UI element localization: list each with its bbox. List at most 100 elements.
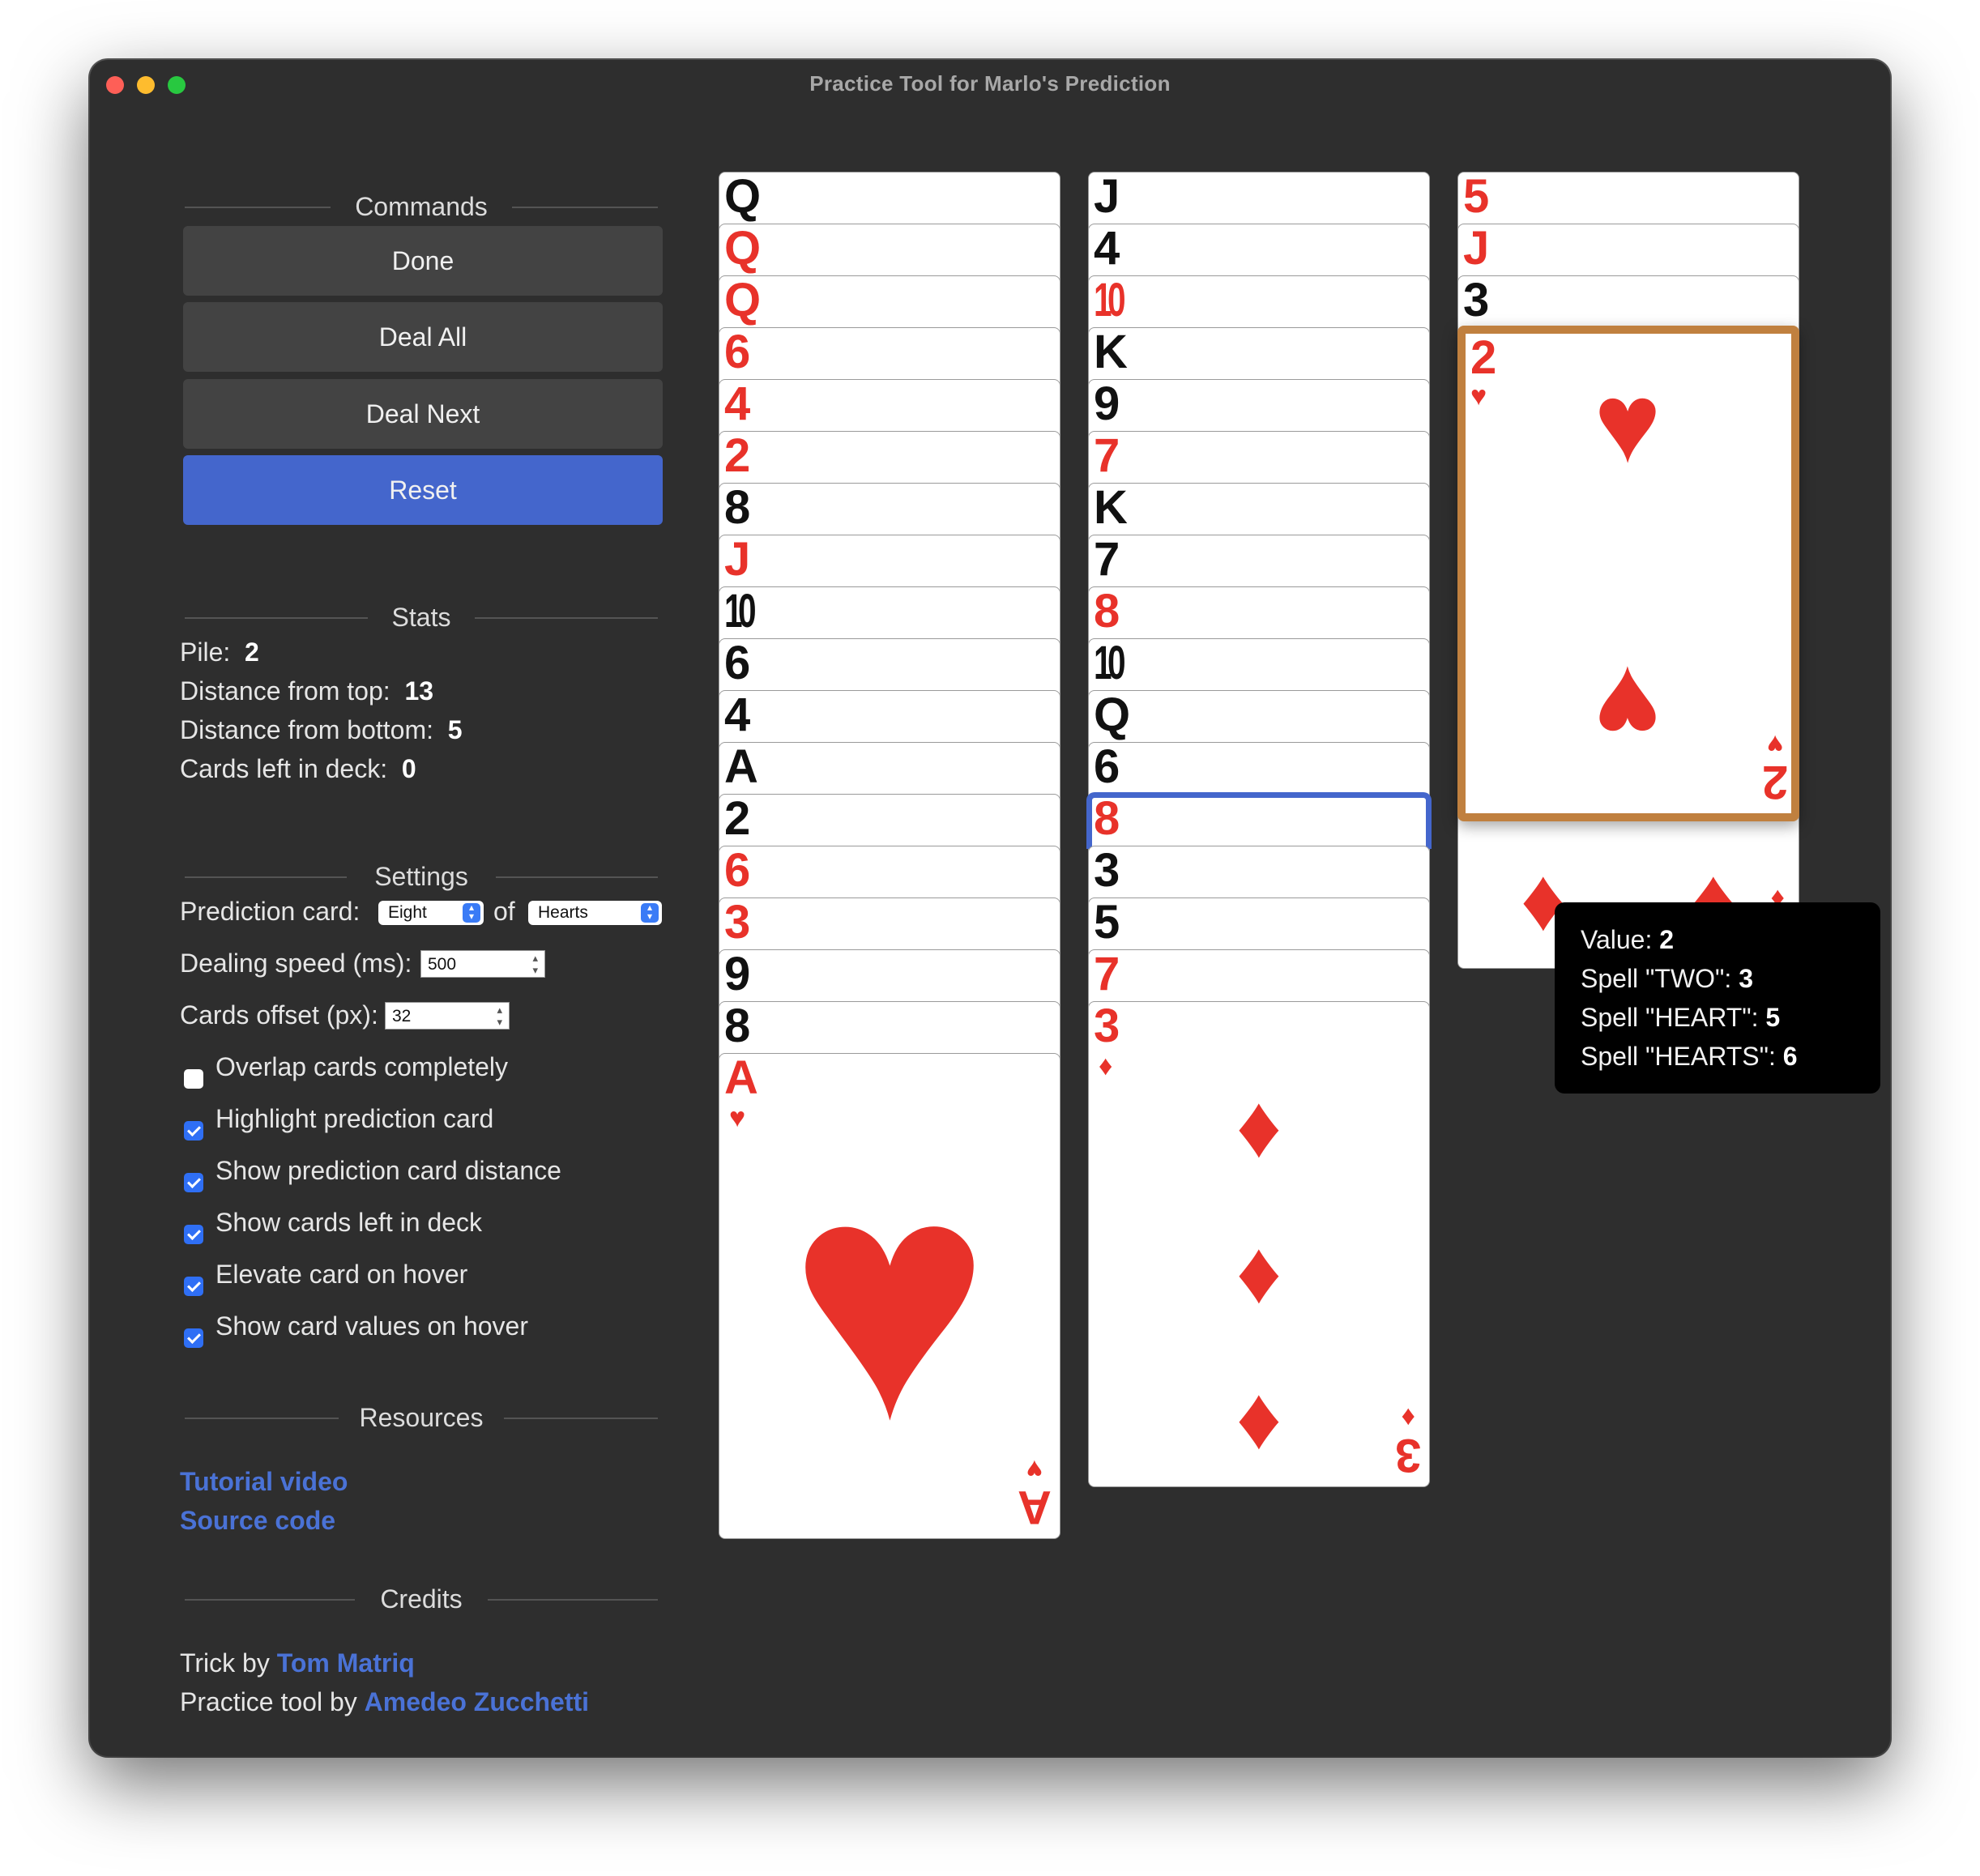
- card-rank: K: [1094, 327, 1128, 378]
- amedeo-zucchetti-link[interactable]: Amedeo Zucchetti: [365, 1687, 589, 1716]
- stat-bottom-value: 5: [447, 715, 463, 744]
- done-button[interactable]: Done: [183, 226, 663, 296]
- card-rank: A: [724, 1053, 758, 1104]
- stat-cards-left: Cards left in deck: 0: [180, 754, 416, 783]
- credit-trick: Trick by Tom Matriq: [180, 1648, 415, 1678]
- settings-section-header: Settings: [185, 860, 658, 893]
- card-rank: 6: [724, 638, 751, 689]
- select-arrows-icon: ▴ ▾: [463, 902, 480, 923]
- card-rank: 5: [1094, 897, 1120, 949]
- diamond-icon: ♦: [1235, 1368, 1282, 1468]
- card-rank: 10: [1094, 275, 1126, 326]
- stat-pile-value: 2: [245, 637, 259, 667]
- card-rank: 10: [724, 586, 757, 637]
- heart-icon: ♥: [729, 1102, 746, 1133]
- heart-icon: ♥: [1470, 381, 1487, 411]
- resources-section-header: Resources: [185, 1401, 658, 1434]
- card-rank: 8: [1094, 586, 1120, 637]
- card-rank: K: [1094, 483, 1128, 534]
- card-rank: 4: [1094, 224, 1120, 275]
- elevate-on-hover-label: Elevate card on hover: [215, 1260, 468, 1289]
- stepper-icon: ▴ ▾: [532, 952, 538, 976]
- card-rank: 7: [1094, 949, 1120, 1000]
- stat-distance-top: Distance from top: 13: [180, 676, 434, 706]
- app-window: Practice Tool for Marlo's Prediction Com…: [90, 60, 1890, 1756]
- prediction-card-label: Prediction card:: [180, 897, 361, 926]
- reset-button[interactable]: Reset: [183, 455, 663, 525]
- card-rank: Q: [724, 275, 762, 326]
- show-cards-left-checkbox[interactable]: [184, 1225, 203, 1244]
- card-rank: 10: [1094, 638, 1126, 689]
- stepper-icon: ▴ ▾: [497, 1004, 502, 1028]
- stat-top-value: 13: [404, 676, 434, 706]
- highlight-prediction-checkbox[interactable]: [184, 1121, 203, 1141]
- credit-tool: Practice tool by Amedeo Zucchetti: [180, 1687, 590, 1716]
- show-values-on-hover-checkbox[interactable]: [184, 1328, 203, 1348]
- diamond-icon: ♦: [1099, 1051, 1113, 1081]
- card-rank: 3: [1463, 275, 1490, 326]
- card-rank: 3: [1094, 846, 1120, 897]
- card-rank: 9: [1094, 379, 1120, 430]
- overlap-cards-label: Overlap cards completely: [215, 1052, 509, 1081]
- of-label: of: [493, 897, 515, 926]
- heart-icon: ♥: [1594, 643, 1662, 770]
- card-rank: 2: [724, 794, 751, 845]
- show-distance-label: Show prediction card distance: [215, 1156, 561, 1185]
- card-rank: 2: [1470, 331, 1497, 384]
- card-rank: 4: [724, 379, 751, 430]
- title-bar: Practice Tool for Marlo's Prediction: [90, 60, 1890, 105]
- card-rank: 6: [724, 846, 751, 897]
- dealing-speed-label: Dealing speed (ms):: [180, 949, 412, 978]
- stat-distance-bottom: Distance from bottom: 5: [180, 715, 463, 744]
- prediction-suit-select[interactable]: Hearts ▴ ▾: [528, 901, 662, 925]
- stats-section-header: Stats: [185, 601, 658, 633]
- card-rank: Q: [1094, 690, 1131, 741]
- prediction-card-highlight: [1086, 792, 1432, 849]
- stat-pile: Pile: 2: [180, 637, 259, 667]
- tooltip-two-row: Spell "TWO": 3: [1581, 964, 1753, 993]
- prediction-value-select[interactable]: Eight ▴ ▾: [378, 901, 484, 925]
- card-rank: 7: [1094, 535, 1120, 586]
- card-rank: 6: [1094, 742, 1120, 793]
- hovered-card-two-of-hearts[interactable]: 2 ♥ ♥ ♥ 2 ♥: [1457, 326, 1799, 821]
- window-title: Practice Tool for Marlo's Prediction: [809, 71, 1171, 96]
- diamond-icon: ♦: [1235, 1222, 1282, 1322]
- card-rank: 6: [724, 327, 751, 378]
- select-arrows-icon: ▴ ▾: [641, 902, 659, 923]
- card-rank: 3: [724, 897, 751, 949]
- cards-offset-label: Cards offset (px):: [180, 1000, 378, 1030]
- stat-left-value: 0: [401, 754, 416, 783]
- source-code-link[interactable]: Source code: [180, 1506, 335, 1536]
- credits-section-header: Credits: [185, 1583, 658, 1615]
- show-distance-checkbox[interactable]: [184, 1173, 203, 1192]
- card-rank: 2: [724, 431, 751, 482]
- card-rank: 4: [724, 690, 751, 741]
- sidebar-panel: Commands Done Deal All Deal Next Reset S…: [90, 105, 754, 1750]
- tooltip-heart-row: Spell "HEART": 5: [1581, 1003, 1781, 1032]
- tooltip-value-row: Value: 2: [1581, 925, 1675, 954]
- card-rank: 9: [724, 949, 751, 1000]
- card-rank: 3: [1094, 1001, 1120, 1052]
- tom-matriq-link[interactable]: Tom Matriq: [277, 1648, 415, 1678]
- card-rank: A: [724, 742, 758, 793]
- card-corner-bottom: 2 ♥: [1761, 729, 1788, 808]
- deal-next-button[interactable]: Deal Next: [183, 379, 663, 449]
- card-rank: J: [1463, 224, 1490, 275]
- dealing-speed-input[interactable]: 500 ▴ ▾: [420, 950, 545, 978]
- heart-icon: ♥: [1594, 359, 1662, 486]
- deal-all-button[interactable]: Deal All: [183, 302, 663, 372]
- tooltip-hearts-row: Spell "HEARTS": 6: [1581, 1042, 1798, 1071]
- card-rank: Q: [724, 172, 762, 223]
- overlap-cards-checkbox[interactable]: [184, 1069, 203, 1089]
- tutorial-video-link[interactable]: Tutorial video: [180, 1467, 348, 1497]
- card-rank: Q: [724, 224, 762, 275]
- elevate-on-hover-checkbox[interactable]: [184, 1277, 203, 1296]
- commands-section-header: Commands: [185, 190, 658, 223]
- card-corner-bottom: 3 ♦: [1394, 1402, 1421, 1482]
- heart-icon: ♥: [788, 1110, 991, 1490]
- card-rank: J: [724, 535, 751, 586]
- cards-offset-input[interactable]: 32 ▴ ▾: [385, 1002, 510, 1030]
- card-rank: 7: [1094, 431, 1120, 482]
- show-cards-left-label: Show cards left in deck: [215, 1208, 483, 1237]
- card-rank: 5: [1463, 172, 1490, 223]
